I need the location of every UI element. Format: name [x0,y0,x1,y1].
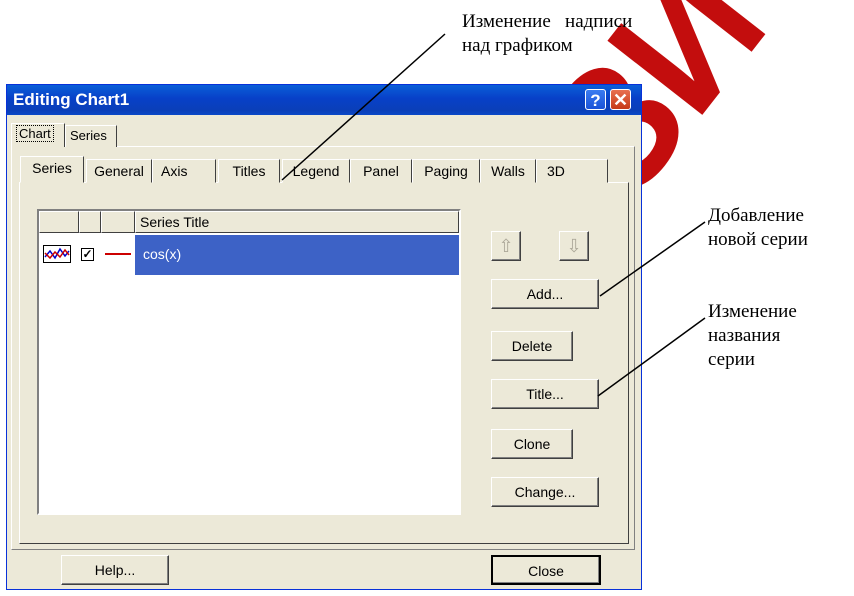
tab-chart-label: Chart [16,125,54,142]
callout-line-title [597,317,706,397]
callout-line-add [599,221,706,297]
tab-series[interactable]: Series [20,156,84,183]
tab-chart[interactable]: Chart [11,123,65,147]
callout-line-titles [281,33,446,181]
callout-lines [281,33,706,397]
